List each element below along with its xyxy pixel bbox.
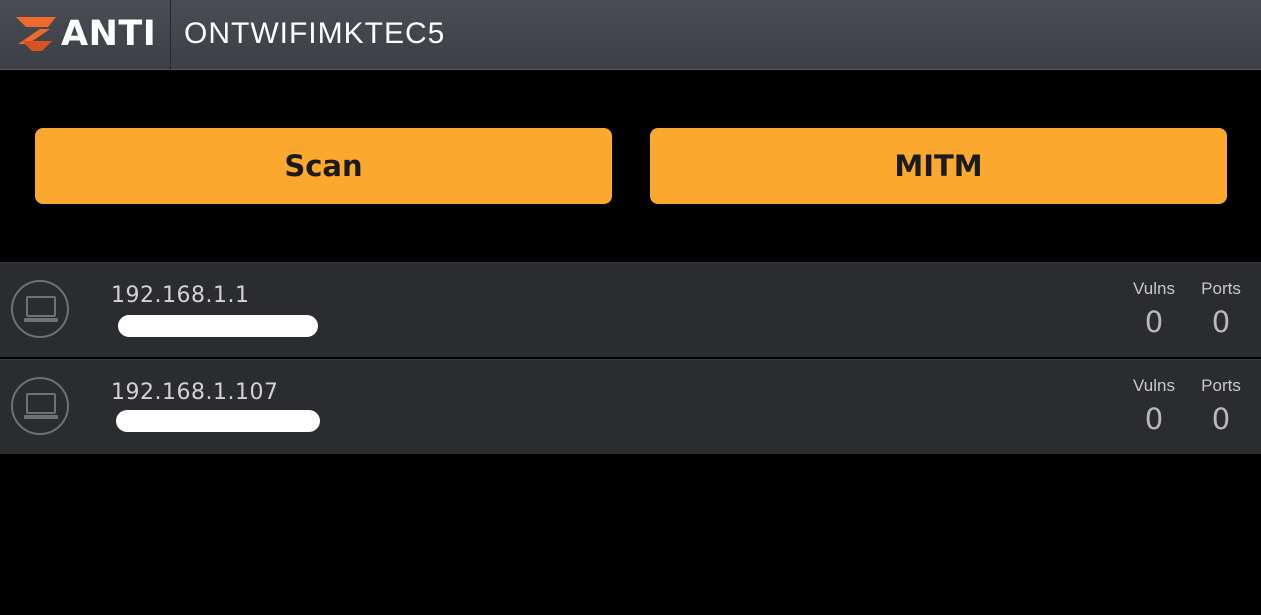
anti-logo-icon <box>12 14 58 58</box>
vulns-count: 0 <box>1144 402 1164 436</box>
device-row[interactable]: 192.168.1.1 Vulns Ports 0 0 <box>0 262 1261 357</box>
vulns-count: 0 <box>1144 305 1164 339</box>
network-name: ONTWIFIMKTEC5 <box>184 17 446 50</box>
ports-label: Ports <box>1201 279 1241 298</box>
device-ip: 192.168.1.107 <box>111 380 279 405</box>
laptop-icon <box>11 280 69 338</box>
ports-count: 0 <box>1211 402 1231 436</box>
scan-button[interactable]: Scan <box>35 128 612 204</box>
redaction-mark <box>116 410 320 432</box>
mitm-button[interactable]: MITM <box>650 128 1227 204</box>
device-row[interactable]: 192.168.1.107 Vulns Ports 0 0 <box>0 359 1261 454</box>
ports-count: 0 <box>1211 305 1231 339</box>
vulns-label: Vulns <box>1133 279 1175 298</box>
logo-text: ANTI <box>61 14 157 54</box>
redaction-mark <box>118 315 318 337</box>
laptop-icon <box>11 377 69 435</box>
device-ip: 192.168.1.1 <box>111 283 250 308</box>
app-logo[interactable]: ANTI <box>0 0 171 70</box>
ports-label: Ports <box>1201 376 1241 395</box>
vulns-label: Vulns <box>1133 376 1175 395</box>
app-header: ANTI ONTWIFIMKTEC5 <box>0 0 1261 70</box>
